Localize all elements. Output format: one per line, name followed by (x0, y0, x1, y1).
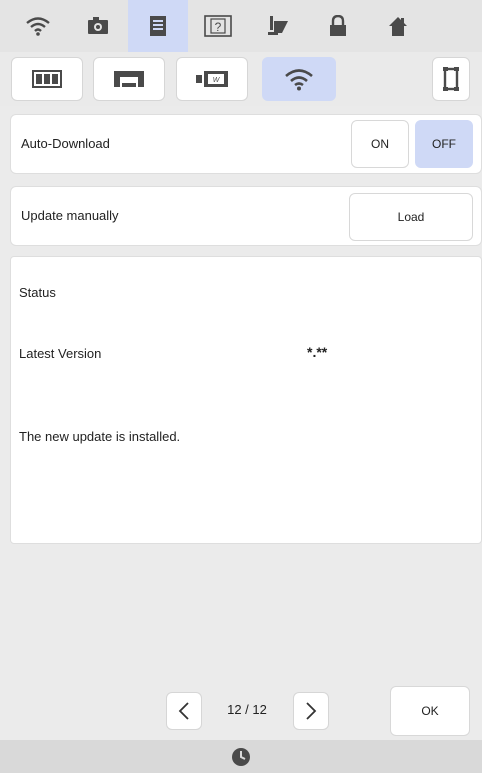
frame-icon (443, 67, 459, 91)
latest-version-label: Latest Version (19, 346, 102, 361)
top-nav-bar: ? (0, 0, 482, 52)
previous-page-button[interactable] (166, 692, 202, 730)
home-icon[interactable] (368, 0, 428, 52)
tab-manual-icon-book[interactable] (11, 57, 83, 101)
auto-download-row: Auto-Download ON OFF (10, 114, 482, 174)
lock-icon[interactable] (308, 0, 368, 52)
page-indicator: 12 / 12 (227, 702, 267, 717)
wifi-icon[interactable] (8, 0, 68, 52)
ok-button[interactable]: OK (390, 686, 470, 736)
svg-text:?: ? (215, 20, 222, 34)
help-icon[interactable]: ? (188, 0, 248, 52)
bottom-bar (0, 740, 482, 773)
update-manually-row: Update manually Load (10, 186, 482, 246)
status-heading: Status (19, 285, 56, 300)
auto-download-label: Auto-Download (21, 136, 110, 151)
tab-machine-settings[interactable] (93, 57, 165, 101)
document-icon[interactable] (128, 0, 188, 52)
chevron-right-icon (306, 702, 317, 720)
wifi-icon (285, 69, 313, 91)
presser-foot-icon[interactable] (248, 0, 308, 52)
latest-version-value: *.** (307, 344, 328, 360)
settings-category-tabs: W (0, 52, 482, 106)
clock-icon[interactable] (230, 746, 252, 768)
update-status-message: The new update is installed. (19, 429, 181, 444)
machine-icon (114, 71, 144, 87)
auto-download-on-button[interactable]: ON (351, 120, 409, 168)
tab-wireless-lan[interactable] (262, 57, 336, 101)
embroidery-unit-icon: W (196, 71, 228, 87)
frame-settings-button[interactable] (432, 57, 470, 101)
chevron-left-icon (178, 702, 189, 720)
tab-embroidery-settings[interactable]: W (176, 57, 248, 101)
auto-download-off-button[interactable]: OFF (415, 120, 473, 168)
next-page-button[interactable] (293, 692, 329, 730)
status-panel: Status Latest Version *.** The new updat… (10, 256, 482, 544)
update-manually-label: Update manually (21, 208, 119, 223)
book-icon (32, 70, 62, 88)
camera-icon[interactable] (68, 0, 128, 52)
load-button[interactable]: Load (349, 193, 473, 241)
